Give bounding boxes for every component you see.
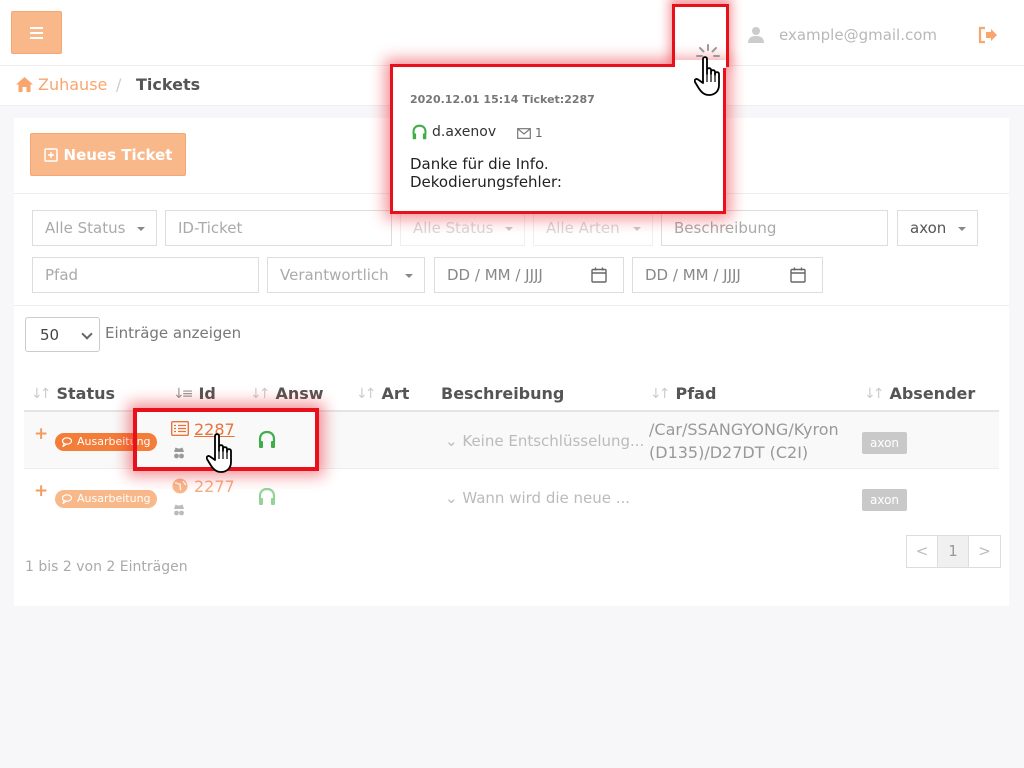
page-title: Tickets [136, 75, 201, 94]
pagination-next[interactable]: > [969, 536, 1000, 567]
comments-icon [62, 437, 73, 447]
column-header-answ[interactable]: ↓↑ Answ [250, 384, 324, 403]
notification-message-line: Dekodierungsfehler: [410, 173, 562, 191]
breadcrumb-separator: / [116, 75, 122, 94]
id-ticket-input[interactable]: ID-Ticket [165, 210, 392, 246]
new-ticket-label: Neues Ticket [63, 145, 173, 164]
home-icon [16, 77, 33, 92]
sender-badge: axon [862, 432, 908, 454]
sort-icon: ↓↑ [31, 385, 52, 402]
ticket-path: /Car/SSANGYONG/Kyron (D135)/D27DT (C2I) [649, 420, 839, 462]
new-ticket-button[interactable]: Neues Ticket [30, 133, 186, 176]
date-from-input[interactable]: DD / MM / JJJJ [434, 257, 624, 293]
status-filter-2[interactable]: Alle Status [400, 210, 525, 246]
calendar-icon[interactable] [790, 267, 806, 283]
column-header-beschreibung: Beschreibung [441, 384, 564, 403]
envelope-icon [517, 128, 531, 139]
user-email[interactable]: example@gmail.com [779, 26, 937, 44]
expand-row-button[interactable]: + [34, 481, 48, 501]
notification-message[interactable]: Danke für die Info. Dekodierungsfehler: [410, 155, 562, 191]
date-to-placeholder: DD / MM / JJJJ [645, 266, 741, 284]
path-input[interactable]: Pfad [32, 257, 259, 293]
notification-user: d.axenov [432, 124, 497, 140]
column-header-absender[interactable]: ↓↑ Absender [864, 384, 975, 403]
column-header-art[interactable]: ↓↑ Art [356, 384, 409, 403]
column-header-label: Pfad [675, 384, 717, 403]
divider [14, 305, 1009, 306]
column-header-label: Absender [889, 384, 976, 403]
entries-per-page-label: Einträge anzeigen [105, 324, 242, 342]
calendar-icon[interactable] [591, 267, 607, 283]
globe-icon [172, 478, 188, 494]
sender-badge: axon [862, 489, 908, 511]
hand-cursor-icon [694, 56, 720, 96]
status-badge-label: Ausarbeitung [77, 492, 151, 505]
types-filter[interactable]: Alle Arten [533, 210, 653, 246]
user-icon [748, 27, 764, 43]
ticket-description-text: Wann wird die neue ... [462, 489, 631, 507]
ticket-description[interactable]: ⌄ Wann wird die neue ... [445, 489, 630, 507]
sort-icon: ↓↑ [250, 385, 271, 402]
sort-icon: ↓↑ [356, 385, 377, 402]
sort-icon: ↓↑ [864, 385, 885, 402]
comments-icon [62, 494, 73, 504]
notification-message-count: 1 [535, 126, 543, 140]
ticket-id-link[interactable]: 2277 [194, 477, 235, 496]
entries-per-page-select[interactable]: 50 [25, 317, 100, 352]
pagination-page[interactable]: 1 [938, 536, 969, 567]
status-badge: Ausarbeitung [55, 490, 157, 508]
hand-cursor-icon [206, 433, 232, 473]
column-header-status[interactable]: ↓↑ Status [31, 384, 115, 403]
sort-desc-icon: ↓≡ [173, 385, 194, 402]
headset-icon [258, 487, 276, 505]
incognito-icon [174, 504, 184, 516]
column-header-label: Status [56, 384, 115, 403]
table-info: 1 bis 2 von 2 Einträgen [25, 559, 188, 575]
logout-icon[interactable] [978, 26, 998, 44]
description-input[interactable]: Beschreibung [661, 210, 888, 246]
pagination: < 1 > [906, 535, 1001, 568]
breadcrumb-home-label[interactable]: Zuhause [38, 75, 107, 94]
plus-square-icon [43, 147, 58, 162]
notification-message-line: Danke für die Info. [410, 155, 549, 173]
ticket-description[interactable]: ⌄ Keine Entschlüsselung... [445, 432, 644, 450]
sort-icon: ↓↑ [650, 385, 671, 402]
column-header-pfad[interactable]: ↓↑ Pfad [650, 384, 716, 403]
chevron-down-icon: ⌄ [445, 489, 458, 507]
bars-icon [30, 26, 43, 29]
menu-toggle-button[interactable] [11, 11, 62, 54]
column-header-label: Id [198, 384, 216, 403]
ticket-description-text: Keine Entschlüsselung... [462, 432, 645, 450]
expand-row-button[interactable]: + [34, 424, 48, 444]
responsible-filter[interactable]: Verantwortlich [267, 257, 425, 293]
notification-date: 2020.12.01 15:14 Ticket:2287 [410, 93, 595, 106]
column-header-label: Answ [275, 384, 324, 403]
breadcrumb-home[interactable]: Zuhause [16, 75, 107, 94]
date-from-placeholder: DD / MM / JJJJ [447, 266, 543, 284]
sender-filter[interactable]: axon [897, 210, 978, 246]
column-header-label: Art [381, 384, 410, 403]
column-header-label: Beschreibung [441, 384, 565, 403]
pagination-prev[interactable]: < [907, 536, 938, 567]
date-to-input[interactable]: DD / MM / JJJJ [632, 257, 823, 293]
status-filter[interactable]: Alle Status [32, 210, 157, 246]
headset-icon [412, 124, 427, 140]
column-header-id[interactable]: ↓≡ Id [173, 384, 216, 403]
chevron-down-icon: ⌄ [445, 432, 458, 450]
